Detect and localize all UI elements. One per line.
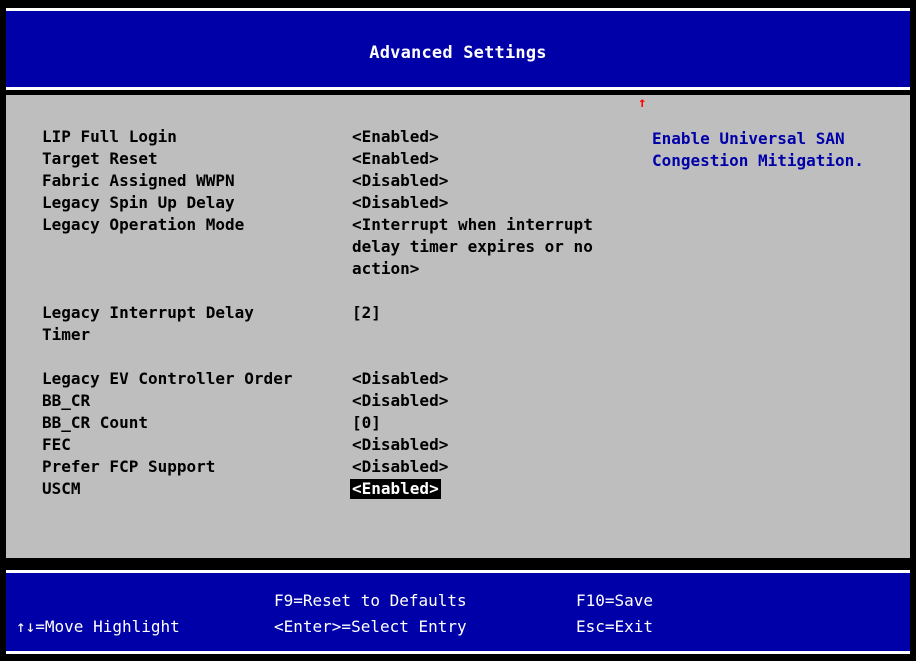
setting-row-legacy-spin-up-delay[interactable]: Legacy Spin Up Delay <Disabled> — [6, 193, 910, 213]
setting-label: BB_CR Count — [42, 413, 148, 432]
setting-row-bb-cr-count[interactable]: BB_CR Count [0] — [6, 413, 910, 433]
setting-label: Legacy Operation Mode — [42, 215, 245, 234]
setting-value-line3: action> — [352, 259, 420, 278]
setting-value[interactable]: <Disabled> — [352, 369, 448, 389]
setting-label: Fabric Assigned WWPN — [42, 171, 235, 190]
setting-row-fabric-assigned-wwpn[interactable]: Fabric Assigned WWPN <Disabled> — [6, 171, 910, 191]
setting-row-legacy-interrupt-delay-timer[interactable]: Legacy Interrupt Delay Timer [2] — [6, 303, 910, 347]
setting-row-bb-cr[interactable]: BB_CR <Disabled> — [6, 391, 910, 411]
setting-label: FEC — [42, 435, 71, 454]
setting-row-prefer-fcp-support[interactable]: Prefer FCP Support <Disabled> — [6, 457, 910, 477]
setting-value-highlighted[interactable]: <Enabled> — [350, 479, 441, 499]
setting-label-line2: Timer — [42, 325, 91, 344]
setting-label: Target Reset — [42, 149, 158, 168]
bios-screen: Advanced Settings LIP Full Login <Enable… — [0, 0, 916, 661]
setting-row-legacy-operation-mode[interactable]: Legacy Operation Mode <Interrupt when in… — [6, 215, 910, 281]
setting-value[interactable]: <Disabled> — [352, 391, 448, 411]
setting-value[interactable]: [2] — [352, 303, 381, 323]
setting-value[interactable]: <Disabled> — [352, 435, 448, 455]
setting-label: Legacy Spin Up Delay — [42, 193, 235, 212]
page-title: Advanced Settings — [369, 43, 547, 63]
footer-bar: F9=Reset to Defaults F10=Save ↑↓=Move Hi… — [6, 570, 910, 654]
divider — [6, 558, 910, 570]
setting-value[interactable]: <Disabled> — [352, 171, 448, 191]
scroll-up-arrow-icon[interactable]: ↑ — [638, 96, 646, 110]
setting-row-fec[interactable]: FEC <Disabled> — [6, 435, 910, 455]
setting-label: Legacy Interrupt Delay — [42, 303, 254, 322]
footer-select-hint: <Enter>=Select Entry — [274, 617, 467, 636]
footer-move-hint: ↑↓=Move Highlight — [16, 617, 180, 636]
setting-label: Legacy EV Controller Order — [42, 369, 293, 388]
help-text: Enable Universal SAN Congestion Mitigati… — [652, 128, 864, 172]
help-line-2: Congestion Mitigation. — [652, 151, 864, 170]
setting-value[interactable]: <Enabled> — [352, 149, 439, 169]
setting-label: Prefer FCP Support — [42, 457, 216, 476]
title-bar: Advanced Settings — [6, 8, 910, 90]
setting-label: LIP Full Login — [42, 127, 177, 146]
help-line-1: Enable Universal SAN — [652, 129, 845, 148]
setting-row-uscm[interactable]: USCM <Enabled> — [6, 479, 910, 499]
setting-label: BB_CR — [42, 391, 91, 410]
setting-row-legacy-ev-controller-order[interactable]: Legacy EV Controller Order <Disabled> — [6, 369, 910, 389]
setting-value[interactable]: [0] — [352, 413, 381, 433]
setting-value[interactable]: <Disabled> — [352, 457, 448, 477]
setting-label: USCM — [42, 479, 81, 498]
footer-save-hint: F10=Save — [576, 591, 654, 610]
footer-exit-hint: Esc=Exit — [576, 617, 654, 636]
setting-value[interactable]: <Enabled> — [352, 127, 439, 147]
setting-value[interactable]: <Interrupt when interrupt — [352, 215, 593, 235]
setting-value[interactable]: <Disabled> — [352, 193, 448, 213]
setting-value-line2: delay timer expires or no — [352, 237, 593, 256]
footer-reset-hint: F9=Reset to Defaults — [274, 591, 467, 610]
